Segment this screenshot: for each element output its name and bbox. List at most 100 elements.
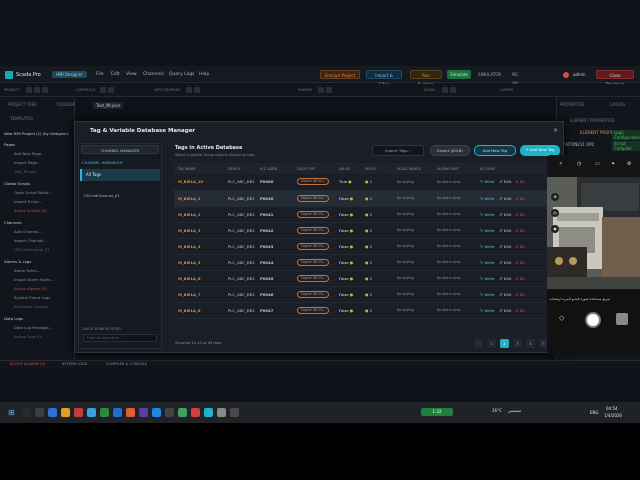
tree-item[interactable]: Simulator Console	[14, 304, 49, 309]
channel-node[interactable]: LSCnetChannel_01	[84, 193, 120, 198]
zoom-icon[interactable]: ⊕	[551, 193, 559, 201]
toolbox-tab[interactable]: TOOLBOX	[56, 102, 75, 107]
table-row[interactable]: M_BIELA_4 PLC_XBC_DR1 P0043 Digital (BOOL) F…	[174, 238, 558, 254]
open-icon[interactable]	[34, 87, 40, 93]
text-tool-icon[interactable]	[186, 87, 192, 93]
tree-item[interactable]: Data Log Manager...	[14, 325, 52, 330]
switch-tool-icon[interactable]	[108, 87, 114, 93]
clock-time[interactable]: 04:54	[606, 406, 618, 411]
app-icon[interactable]	[74, 408, 83, 417]
delete-button[interactable]: ✕ De	[515, 308, 525, 313]
write-button[interactable]: ✎ Write	[480, 292, 494, 297]
close-designer-button[interactable]: Close Designer	[596, 70, 634, 87]
col-plc-addr[interactable]: PLC ADDR	[256, 163, 293, 174]
excel-icon[interactable]	[100, 408, 109, 417]
align-center-icon[interactable]	[450, 87, 456, 93]
table-row[interactable]: M_BIELA_3 PLC_XBC_DR1 P0042 Digital (BOOL) F…	[174, 222, 558, 238]
delete-button[interactable]: ✕ De	[515, 292, 525, 297]
tree-item[interactable]: Add New Page...	[14, 151, 45, 156]
col-value[interactable]: VALUE	[335, 163, 361, 174]
tree-item[interactable]: Import Script...	[14, 199, 42, 204]
vscode-icon[interactable]	[152, 408, 161, 417]
tree-item[interactable]: Open Script Editor...	[14, 190, 52, 195]
menu-edit[interactable]: Edit	[111, 72, 120, 77]
run-runtime-button[interactable]: Run Runtime	[410, 70, 442, 87]
tree-section[interactable]: Alarms & Logs	[4, 259, 31, 264]
simulate-button[interactable]: Simulate	[447, 70, 471, 79]
visual-studio-icon[interactable]	[139, 408, 148, 417]
delete-button[interactable]: ✕ De	[515, 228, 525, 233]
edit-button[interactable]: ✐ Edit	[499, 212, 511, 217]
edit-button[interactable]: ✐ Edit	[499, 228, 511, 233]
export-json-button[interactable]: Export (JSON)	[430, 145, 470, 156]
task-view-icon[interactable]	[35, 408, 44, 417]
write-button[interactable]: ✎ Write	[480, 196, 494, 201]
tree-item[interactable]: Active Alarms (0)	[14, 286, 47, 291]
terminal-icon[interactable]	[165, 408, 174, 417]
button-tool-icon[interactable]	[100, 87, 106, 93]
app-icon[interactable]	[230, 408, 239, 417]
gauge-tool-icon[interactable]	[194, 87, 200, 93]
tree-item[interactable]: Import Alarm Rules...	[14, 277, 54, 282]
gallery-thumbnail[interactable]	[616, 313, 628, 325]
chrome-icon[interactable]	[178, 408, 187, 417]
delete-button[interactable]: ✕ De	[515, 276, 525, 281]
delete-button[interactable]: ✕ De	[515, 212, 525, 217]
page-button[interactable]: 1	[487, 339, 496, 348]
flash-icon[interactable]: ⚡	[559, 161, 563, 167]
tree-section[interactable]: Pages	[4, 142, 15, 147]
col-data-type[interactable]: DATA TYPE	[293, 163, 335, 174]
search-icon[interactable]	[22, 408, 31, 417]
table-row[interactable]: M_BIELA_10 PLC_XBC_DR1 P0060 Digital (BOOL)…	[174, 174, 558, 190]
store-icon[interactable]	[87, 408, 96, 417]
edit-button[interactable]: ✐ Edit	[499, 244, 511, 249]
tree-item[interactable]: LSCnetChannel_01	[14, 247, 50, 252]
word-icon[interactable]	[113, 408, 122, 417]
page-button[interactable]: 2	[500, 339, 509, 348]
language-indicator[interactable]: ENG	[590, 410, 599, 415]
col-resol[interactable]: RESOL.	[361, 163, 393, 174]
timer-icon[interactable]: ◷	[577, 161, 581, 167]
write-button[interactable]: ✎ Write	[480, 308, 494, 313]
shutter-button[interactable]	[585, 312, 601, 328]
menu-view[interactable]: View	[126, 72, 137, 77]
menu-help[interactable]: Help	[199, 72, 209, 77]
table-row[interactable]: M_BIELA_2 PLC_XBC_DR1 P0041 Digital (BOOL) F…	[174, 206, 558, 222]
align-left-icon[interactable]	[442, 87, 448, 93]
close-icon[interactable]: ✕	[553, 127, 558, 134]
properties-tab[interactable]: PROPERTIES	[560, 102, 584, 107]
avatar[interactable]	[563, 72, 569, 78]
effect-icon[interactable]: ◎	[551, 209, 559, 217]
tree-item[interactable]: Text_Ml.json	[14, 169, 37, 174]
all-tags-node[interactable]: All Tags	[80, 169, 160, 181]
tree-item[interactable]: Add Channel...	[14, 229, 42, 234]
write-button[interactable]: ✎ Write	[480, 179, 494, 184]
edit-button[interactable]: ✐ Edit	[499, 179, 511, 184]
delete-button[interactable]: ✕ De	[515, 260, 525, 265]
tree-item[interactable]: Active Logs (0)	[14, 334, 42, 339]
table-row[interactable]: M_BIELA_8 PLC_XBC_DR1 P0047 Digital (BOOL) F…	[174, 302, 558, 318]
edit-button[interactable]: ✐ Edit	[499, 276, 511, 281]
settings-icon[interactable]: ⚙	[627, 161, 631, 167]
col-scale-range[interactable]: SCALE RANGE	[393, 163, 433, 174]
delete-button[interactable]: ✕ De	[515, 196, 525, 201]
tree-item[interactable]: Import Page...	[14, 160, 41, 165]
write-button[interactable]: ✎ Write	[480, 244, 494, 249]
write-button[interactable]: ✎ Write	[480, 276, 494, 281]
tree-item[interactable]: Alarm Rules...	[14, 268, 40, 273]
new-icon[interactable]	[26, 87, 32, 93]
add-row-button[interactable]: Add New Tag	[474, 145, 516, 156]
import-tags-select[interactable]: Import Tags...	[372, 145, 424, 156]
page-button[interactable]: 4	[526, 339, 535, 348]
write-button[interactable]: ✎ Write	[480, 228, 494, 233]
edit-button[interactable]: ✐ Edit	[499, 196, 511, 201]
filter-icon[interactable]: ✦	[611, 161, 615, 167]
project-tree-tab[interactable]: PROJECT TREE	[8, 102, 37, 107]
write-button[interactable]: ✎ Write	[480, 212, 494, 217]
table-row[interactable]: M_BIELA_1 PLC_XBC_DR1 P0040 Digital (BOOL) F…	[174, 190, 558, 206]
page-button[interactable]: 3	[513, 339, 522, 348]
ratio-icon[interactable]: ▭	[595, 161, 600, 167]
circle-tool-icon[interactable]	[326, 87, 332, 93]
menu-file[interactable]: File	[96, 72, 104, 77]
rect-tool-icon[interactable]	[318, 87, 324, 93]
